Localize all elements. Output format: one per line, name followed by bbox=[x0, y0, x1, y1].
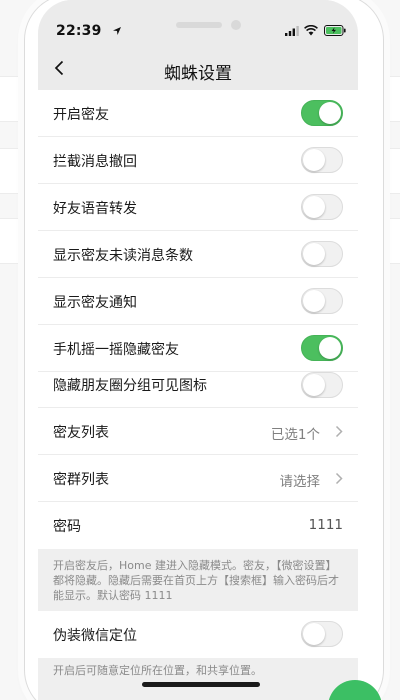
hide-moments-icon-toggle[interactable] bbox=[301, 372, 343, 398]
secret-friend-list-row[interactable]: 密友列表 已选1个 bbox=[38, 408, 358, 455]
settings-toggle-group: 开启密友 拦截消息撤回 好友语音转发 显示密友未读消息条数 显示密友通知 手机摇… bbox=[38, 90, 358, 549]
toggle-knob bbox=[303, 196, 325, 218]
setting-row-voice-forward: 好友语音转发 bbox=[38, 184, 358, 231]
setting-label: 好友语音转发 bbox=[53, 201, 137, 217]
setting-row-hide-moments-icon: 隐藏朋友圈分组可见图标 bbox=[38, 372, 358, 408]
toggle-knob bbox=[319, 337, 341, 359]
setting-label: 密友列表 bbox=[53, 425, 109, 441]
toggle-knob bbox=[319, 102, 341, 124]
phone-screen: 22:39 蜘蛛设置 开启密友 拦截消息撤回 好友语音转发 显示密友未读消息条数… bbox=[38, 0, 358, 700]
toggle-knob bbox=[303, 149, 325, 171]
secret-friend-help-text: 开启密友后，Home 建进入隐藏模式。密友，【微密设置】都将隐藏。隐藏后需要在首… bbox=[38, 553, 358, 607]
setting-label: 隐藏朋友圈分组可见图标 bbox=[53, 378, 207, 394]
voice-forward-toggle[interactable] bbox=[301, 194, 343, 220]
select-placeholder: 请选择 bbox=[279, 474, 321, 490]
intercept-recall-toggle[interactable] bbox=[301, 147, 343, 173]
toggle-knob bbox=[303, 374, 325, 396]
status-bar: 22:39 bbox=[38, 0, 358, 46]
location-arrow-icon bbox=[113, 27, 121, 35]
navigation-bar: 蜘蛛设置 bbox=[38, 46, 358, 90]
setting-label: 密码 bbox=[53, 519, 81, 535]
setting-label: 显示密友通知 bbox=[53, 295, 137, 311]
password-row[interactable]: 密码 1111 bbox=[38, 502, 358, 549]
camera bbox=[231, 20, 241, 30]
speaker bbox=[176, 22, 222, 28]
location-group: 伪装微信定位 bbox=[38, 611, 358, 658]
cellular-signal-icon bbox=[285, 26, 299, 36]
setting-label: 密群列表 bbox=[53, 472, 109, 488]
setting-label: 开启密友 bbox=[53, 107, 109, 123]
setting-row-fake-location: 伪装微信定位 bbox=[38, 611, 358, 658]
setting-row-shake-hide: 手机摇一摇隐藏密友 bbox=[38, 325, 358, 372]
unread-count-toggle[interactable] bbox=[301, 241, 343, 267]
setting-row-unread-count: 显示密友未读消息条数 bbox=[38, 231, 358, 278]
setting-label: 手机摇一摇隐藏密友 bbox=[53, 342, 179, 358]
chevron-right-icon bbox=[335, 425, 343, 438]
toggle-knob bbox=[303, 243, 325, 265]
toggle-knob bbox=[303, 290, 325, 312]
secret-group-list-row[interactable]: 密群列表 请选择 bbox=[38, 455, 358, 502]
fake-location-help-text: 开启后可随意定位所在位置，和共享位置。 bbox=[38, 658, 358, 700]
setting-label: 拦截消息撤回 bbox=[53, 154, 137, 170]
shake-hide-toggle[interactable] bbox=[301, 335, 343, 361]
battery-charging-icon bbox=[324, 25, 346, 36]
password-value: 1111 bbox=[308, 517, 343, 533]
toggle-knob bbox=[303, 623, 325, 645]
setting-row-secret-notify: 显示密友通知 bbox=[38, 278, 358, 325]
setting-row-enable-secret-friend: 开启密友 bbox=[38, 90, 358, 137]
fake-location-toggle[interactable] bbox=[301, 621, 343, 647]
wifi-icon bbox=[304, 25, 318, 36]
setting-row-intercept-recall: 拦截消息撤回 bbox=[38, 137, 358, 184]
page-title: 蜘蛛设置 bbox=[164, 64, 232, 84]
secret-notify-toggle[interactable] bbox=[301, 288, 343, 314]
chevron-right-icon bbox=[335, 472, 343, 485]
home-indicator bbox=[142, 682, 260, 687]
selected-count: 已选1个 bbox=[270, 427, 320, 443]
setting-label: 伪装微信定位 bbox=[53, 628, 137, 644]
setting-label: 显示密友未读消息条数 bbox=[53, 248, 193, 264]
enable-secret-friend-toggle[interactable] bbox=[301, 100, 343, 126]
stage: 22:39 蜘蛛设置 开启密友 拦截消息撤回 好友语音转发 显示密友未读消息条数… bbox=[0, 0, 400, 700]
status-time: 22:39 bbox=[56, 23, 102, 39]
